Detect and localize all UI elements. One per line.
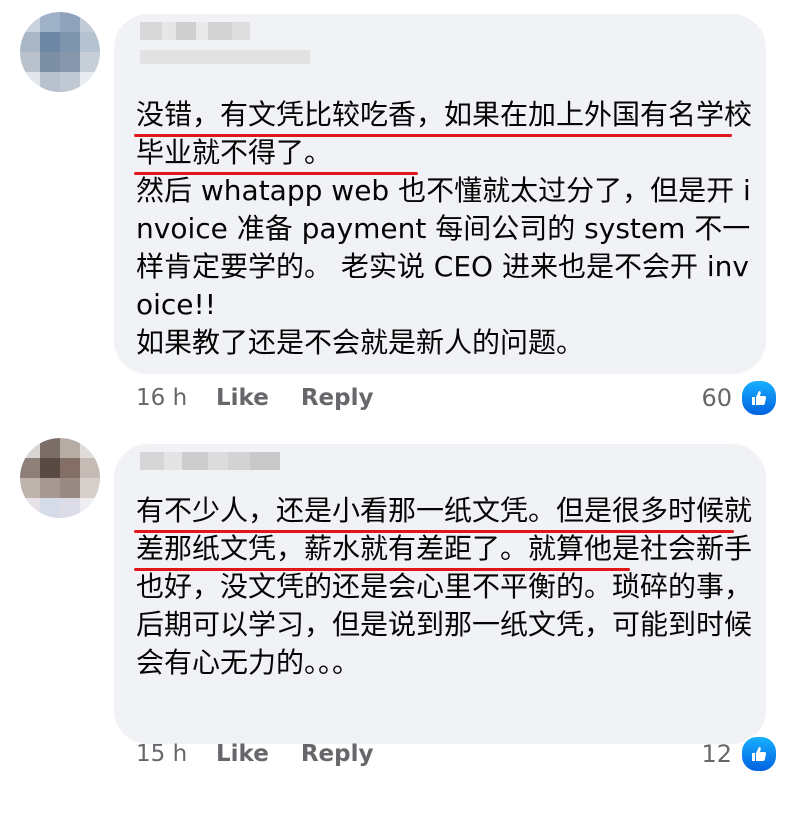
reactions[interactable]: 60 — [701, 378, 778, 418]
timestamp[interactable]: 15 h — [136, 741, 216, 767]
comment-bubble: 没错，有文凭比较吃香，如果在加上外国有名学校毕业就不得了。 然后 whatapp… — [114, 14, 766, 374]
like-button[interactable]: Like — [216, 741, 269, 767]
commenter-name[interactable] — [140, 22, 320, 64]
reply-button[interactable]: Reply — [301, 385, 374, 411]
reactions[interactable]: 12 — [701, 734, 778, 774]
highlight-underline — [134, 172, 418, 175]
highlight-underline — [134, 530, 734, 533]
comment-text: 有不少人，还是小看那一纸文凭。但是很多时候就差那纸文凭，薪水就有差距了。就算他是… — [136, 494, 753, 679]
reaction-count: 60 — [701, 384, 732, 412]
comment-actions: 15 h Like Reply — [136, 734, 405, 774]
comment-actions: 16 h Like Reply — [136, 378, 405, 418]
reaction-count: 12 — [701, 740, 732, 768]
comment-bubble: 有不少人，还是小看那一纸文凭。但是很多时候就差那纸文凭，薪水就有差距了。就算他是… — [114, 444, 766, 744]
thumbs-up-icon — [740, 379, 778, 417]
comment-2: 有不少人，还是小看那一纸文凭。但是很多时候就差那纸文凭，薪水就有差距了。就算他是… — [0, 430, 800, 828]
reply-button[interactable]: Reply — [301, 741, 374, 767]
timestamp[interactable]: 16 h — [136, 385, 216, 411]
like-button[interactable]: Like — [216, 385, 269, 411]
avatar[interactable] — [20, 12, 100, 92]
highlight-underline — [134, 568, 630, 571]
thumbs-up-icon — [740, 735, 778, 773]
comment-1: 没错，有文凭比较吃香，如果在加上外国有名学校毕业就不得了。 然后 whatapp… — [0, 0, 800, 420]
highlight-underline — [134, 134, 732, 137]
commenter-name[interactable] — [140, 452, 320, 470]
avatar[interactable] — [20, 438, 100, 518]
